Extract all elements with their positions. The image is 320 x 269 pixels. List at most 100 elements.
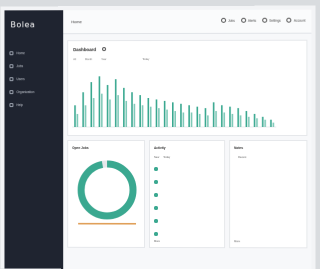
briefcase-icon bbox=[9, 64, 14, 69]
chart-bar[interactable] bbox=[90, 82, 93, 128]
chart-bar[interactable] bbox=[228, 106, 231, 127]
chart-bar[interactable] bbox=[245, 110, 248, 127]
chart-bar[interactable] bbox=[204, 108, 207, 127]
gear-icon bbox=[262, 17, 268, 23]
filter-option[interactable]: Recent bbox=[238, 156, 246, 159]
chart-bar[interactable] bbox=[196, 106, 199, 127]
sidebar-item-jobs[interactable]: Jobs bbox=[9, 61, 61, 71]
chart-bar[interactable] bbox=[166, 109, 168, 127]
top-action-alerts[interactable]: Alerts bbox=[240, 17, 257, 23]
list-item[interactable] bbox=[154, 205, 224, 215]
list-filters: Recent bbox=[234, 156, 246, 159]
donut-segment[interactable] bbox=[77, 160, 137, 220]
more-link[interactable]: More bbox=[154, 240, 160, 243]
chart-bar[interactable] bbox=[261, 116, 264, 127]
list-item[interactable] bbox=[154, 179, 224, 189]
chart-bar[interactable] bbox=[198, 113, 201, 127]
chart-bar[interactable] bbox=[180, 103, 182, 127]
chart-bar[interactable] bbox=[182, 112, 185, 127]
status-dot bbox=[154, 166, 158, 171]
list-item[interactable] bbox=[234, 231, 304, 241]
top-action-account[interactable]: Account bbox=[286, 17, 305, 23]
brand-logo: Bolea bbox=[10, 20, 36, 30]
chart-bar[interactable] bbox=[74, 105, 76, 128]
top-action-settings[interactable]: Settings bbox=[262, 17, 281, 23]
chart-bar[interactable] bbox=[125, 100, 128, 128]
chart-bar[interactable] bbox=[263, 119, 266, 127]
status-dot bbox=[154, 205, 158, 210]
chart-bar[interactable] bbox=[93, 98, 95, 128]
chart-bar[interactable] bbox=[223, 112, 225, 127]
chart-bar[interactable] bbox=[139, 95, 142, 128]
chart-bar[interactable] bbox=[131, 92, 133, 128]
filter-option[interactable]: Year bbox=[101, 58, 106, 61]
list-item[interactable] bbox=[234, 192, 304, 202]
chart-bar[interactable] bbox=[239, 115, 242, 127]
chart-bar[interactable] bbox=[247, 116, 250, 127]
home-icon bbox=[9, 51, 14, 56]
chart-bar[interactable] bbox=[117, 95, 120, 128]
chart-bar[interactable] bbox=[231, 113, 234, 127]
filter-option[interactable]: Today bbox=[163, 156, 170, 159]
list-item[interactable] bbox=[154, 218, 224, 228]
top-action-label: Alerts bbox=[247, 18, 257, 23]
sidebar-item-help[interactable]: Help bbox=[9, 100, 61, 110]
chart-bar[interactable] bbox=[253, 113, 256, 127]
chart-bar[interactable] bbox=[171, 102, 174, 127]
chart-bar[interactable] bbox=[76, 114, 79, 128]
chart-bar[interactable] bbox=[106, 85, 109, 128]
sidebar-item-home[interactable]: Home bbox=[9, 48, 61, 58]
chart-bar[interactable] bbox=[237, 107, 239, 127]
status-dot bbox=[154, 231, 158, 236]
chart-bar[interactable] bbox=[84, 105, 87, 128]
chart-bar[interactable] bbox=[133, 103, 136, 128]
chart-bar[interactable] bbox=[155, 99, 158, 128]
chart-bar[interactable] bbox=[115, 79, 117, 128]
filter-option[interactable]: New bbox=[154, 156, 159, 159]
user-icon bbox=[286, 17, 292, 23]
filter-option[interactable]: All bbox=[73, 58, 76, 61]
chart-bar[interactable] bbox=[149, 106, 152, 128]
chart-legend bbox=[279, 71, 301, 77]
chart-bar[interactable] bbox=[174, 111, 176, 127]
chart-bar[interactable] bbox=[109, 99, 111, 128]
chart-bar[interactable] bbox=[220, 105, 223, 127]
chart-bar[interactable] bbox=[206, 115, 209, 127]
chart-bar[interactable] bbox=[190, 112, 193, 127]
list-item[interactable] bbox=[234, 218, 304, 228]
chart-title: Dashboard bbox=[73, 47, 97, 53]
donut-progress-bar bbox=[78, 223, 137, 225]
chart-bar[interactable] bbox=[101, 93, 103, 128]
list-item[interactable] bbox=[154, 231, 224, 241]
chart-bar[interactable] bbox=[271, 122, 275, 127]
list-item[interactable] bbox=[234, 205, 304, 215]
info-icon[interactable] bbox=[102, 47, 107, 52]
chart-bar[interactable] bbox=[82, 92, 85, 128]
chart-bar[interactable] bbox=[98, 76, 101, 128]
list-item[interactable] bbox=[234, 166, 304, 176]
chart-bar[interactable] bbox=[147, 98, 150, 128]
sidebar-item-label: Jobs bbox=[16, 64, 24, 69]
top-action-jobs[interactable]: Jobs bbox=[221, 17, 235, 23]
chart-bar[interactable] bbox=[269, 119, 272, 127]
list-item[interactable] bbox=[154, 192, 224, 202]
main-content: Home Jobs Alerts Settings Account Dashbo… bbox=[63, 9, 312, 269]
list-item[interactable] bbox=[154, 166, 224, 176]
filter-option[interactable]: Month bbox=[85, 58, 92, 61]
chart-bar[interactable] bbox=[141, 105, 144, 128]
sidebar-item-users[interactable]: Users bbox=[9, 74, 61, 84]
more-link[interactable]: More bbox=[234, 240, 240, 243]
notes-list bbox=[234, 166, 304, 244]
chart-bar[interactable] bbox=[158, 108, 160, 127]
chart-bar[interactable] bbox=[212, 102, 215, 127]
list-item[interactable] bbox=[234, 179, 304, 189]
sidebar-item-organization[interactable]: Organization bbox=[9, 87, 61, 97]
chart-bar[interactable] bbox=[163, 100, 166, 127]
chart-bar[interactable] bbox=[123, 87, 125, 128]
chart-bar[interactable] bbox=[215, 110, 217, 127]
chart-bar[interactable] bbox=[255, 118, 258, 127]
filter-option[interactable]: Today bbox=[142, 58, 149, 61]
chart-bar[interactable] bbox=[188, 105, 190, 127]
sidebar: Bolea Home Jobs Users Organization Help bbox=[4, 10, 64, 269]
activity-list bbox=[154, 166, 224, 244]
